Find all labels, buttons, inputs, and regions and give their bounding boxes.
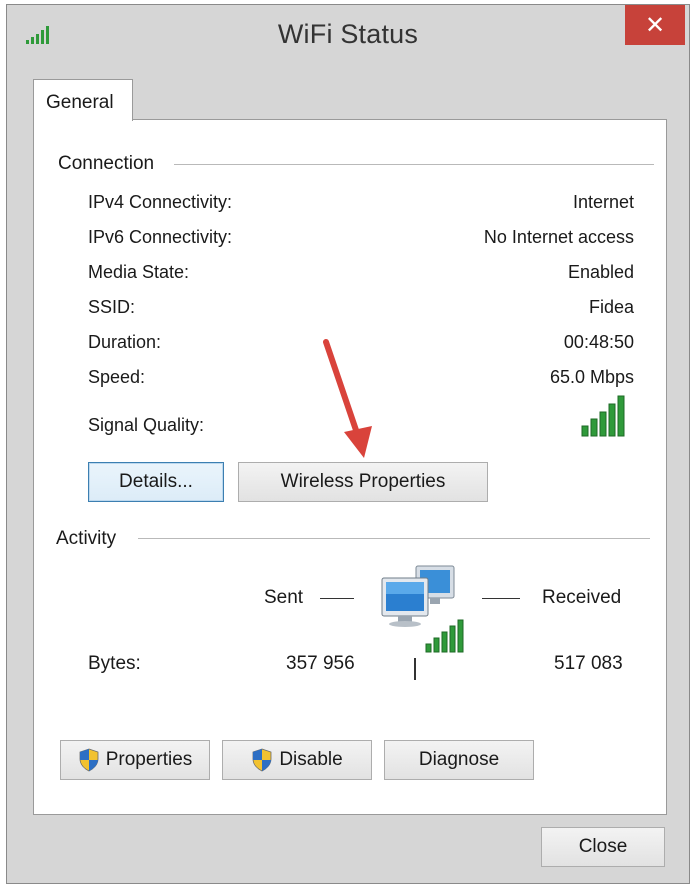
activity-group-title: Activity [56, 528, 125, 550]
bytes-received-value: 517 083 [554, 653, 623, 674]
received-label: Received [542, 587, 622, 608]
received-connector-line [482, 598, 520, 599]
connection-group-divider [174, 164, 654, 165]
diagnose-button[interactable]: Diagnose [384, 740, 534, 780]
wireless-properties-button[interactable]: Wireless Properties [238, 462, 488, 502]
close-icon: ✕ [644, 11, 666, 39]
duration-value: 00:48:50 [563, 332, 634, 352]
window-title: WiFi Status [277, 19, 419, 49]
signal-quality-label: Signal Quality: [88, 415, 205, 435]
disable-button-label: Disable [279, 749, 343, 770]
ipv4-connectivity-label: IPv4 Connectivity: [88, 192, 233, 212]
connection-group-title: Connection [58, 153, 163, 175]
ipv6-connectivity-value: No Internet access [483, 227, 634, 247]
close-window-button[interactable]: ✕ [625, 5, 685, 45]
title-bar[interactable]: WiFi Status ✕ [7, 5, 689, 65]
duration-label: Duration: [88, 332, 162, 352]
activity-group-divider [138, 538, 650, 539]
properties-button[interactable]: Properties [60, 740, 210, 780]
ipv6-connectivity-label: IPv6 Connectivity: [88, 227, 233, 247]
sent-label: Sent [264, 587, 304, 608]
close-button[interactable]: Close [541, 827, 665, 867]
tab-general[interactable]: General [33, 79, 133, 121]
network-computers-icon [381, 565, 464, 653]
speed-label: Speed: [88, 367, 146, 387]
ssid-value: Fidea [588, 297, 634, 317]
ssid-label: SSID: [88, 297, 136, 317]
signal-quality-icon [581, 395, 625, 437]
disable-button[interactable]: Disable [222, 740, 372, 780]
uac-shield-icon [79, 748, 99, 772]
red-arrow-annotation [323, 339, 372, 458]
bytes-label: Bytes: [88, 653, 141, 674]
speed-value: 65.0 Mbps [549, 367, 634, 387]
ipv4-connectivity-value: Internet [572, 192, 634, 212]
bytes-sent-value: 357 956 [286, 653, 355, 674]
details-button[interactable]: Details... [88, 462, 224, 502]
wifi-status-window: WiFi Status ✕ General Connection IPv4 Co… [6, 4, 690, 884]
general-panel: Connection IPv4 Connectivity: Internet I… [33, 119, 667, 815]
bytes-divider [414, 658, 416, 680]
media-state-label: Media State: [88, 262, 190, 282]
media-state-value: Enabled [567, 262, 634, 282]
uac-shield-icon [252, 748, 272, 772]
sent-connector-line [320, 598, 354, 599]
properties-button-label: Properties [105, 749, 193, 770]
